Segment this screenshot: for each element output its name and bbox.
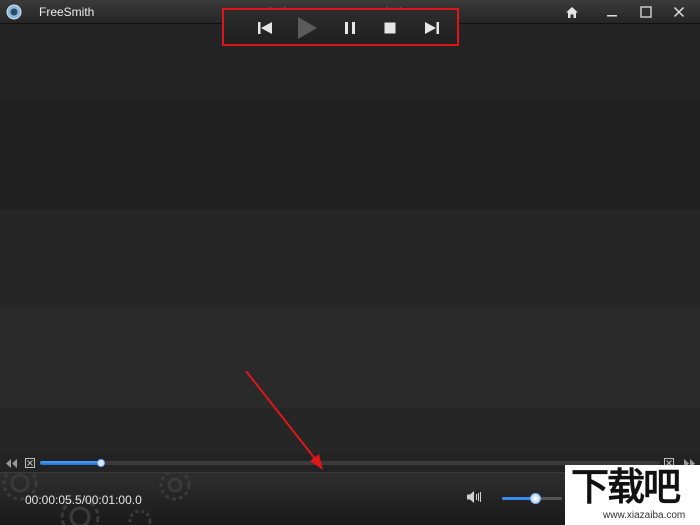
stop-icon bbox=[384, 22, 396, 34]
previous-button[interactable] bbox=[252, 16, 278, 40]
skip-forward-icon bbox=[425, 22, 439, 34]
close-button[interactable] bbox=[670, 3, 688, 21]
minimize-button[interactable] bbox=[603, 3, 621, 21]
volume-icon[interactable] bbox=[466, 490, 484, 504]
maximize-icon bbox=[640, 6, 652, 18]
pause-icon bbox=[345, 22, 355, 34]
watermark-logo: 下载吧 bbox=[571, 465, 681, 509]
seek-progress bbox=[40, 461, 101, 465]
visual-band bbox=[0, 408, 700, 454]
pause-button[interactable] bbox=[337, 16, 363, 40]
time-readout: 00:00:05.5/00:01:00.0 bbox=[25, 493, 142, 507]
visual-band bbox=[0, 210, 700, 308]
watermark: 下载吧 www.xiazaiba.com bbox=[565, 465, 700, 525]
rewind-icon[interactable] bbox=[6, 459, 18, 468]
play-button[interactable] bbox=[294, 16, 320, 40]
home-button[interactable] bbox=[563, 3, 581, 21]
stop-button[interactable] bbox=[377, 16, 403, 40]
seek-handle[interactable] bbox=[96, 459, 105, 467]
home-icon bbox=[566, 6, 578, 18]
play-icon bbox=[298, 17, 317, 39]
visual-band bbox=[0, 100, 700, 210]
skip-back-icon bbox=[258, 22, 272, 34]
visual-band bbox=[0, 308, 700, 408]
watermark-url: www.xiazaiba.com bbox=[603, 510, 686, 521]
transport-controls bbox=[222, 8, 459, 46]
close-icon bbox=[673, 6, 685, 18]
volume-handle[interactable] bbox=[530, 493, 541, 504]
video-area[interactable] bbox=[0, 24, 700, 454]
minimize-icon bbox=[607, 15, 617, 17]
maximize-button[interactable] bbox=[637, 3, 655, 21]
fullscreen-toggle-icon[interactable] bbox=[25, 458, 35, 468]
volume-slider[interactable] bbox=[502, 493, 562, 504]
next-button[interactable] bbox=[419, 16, 445, 40]
